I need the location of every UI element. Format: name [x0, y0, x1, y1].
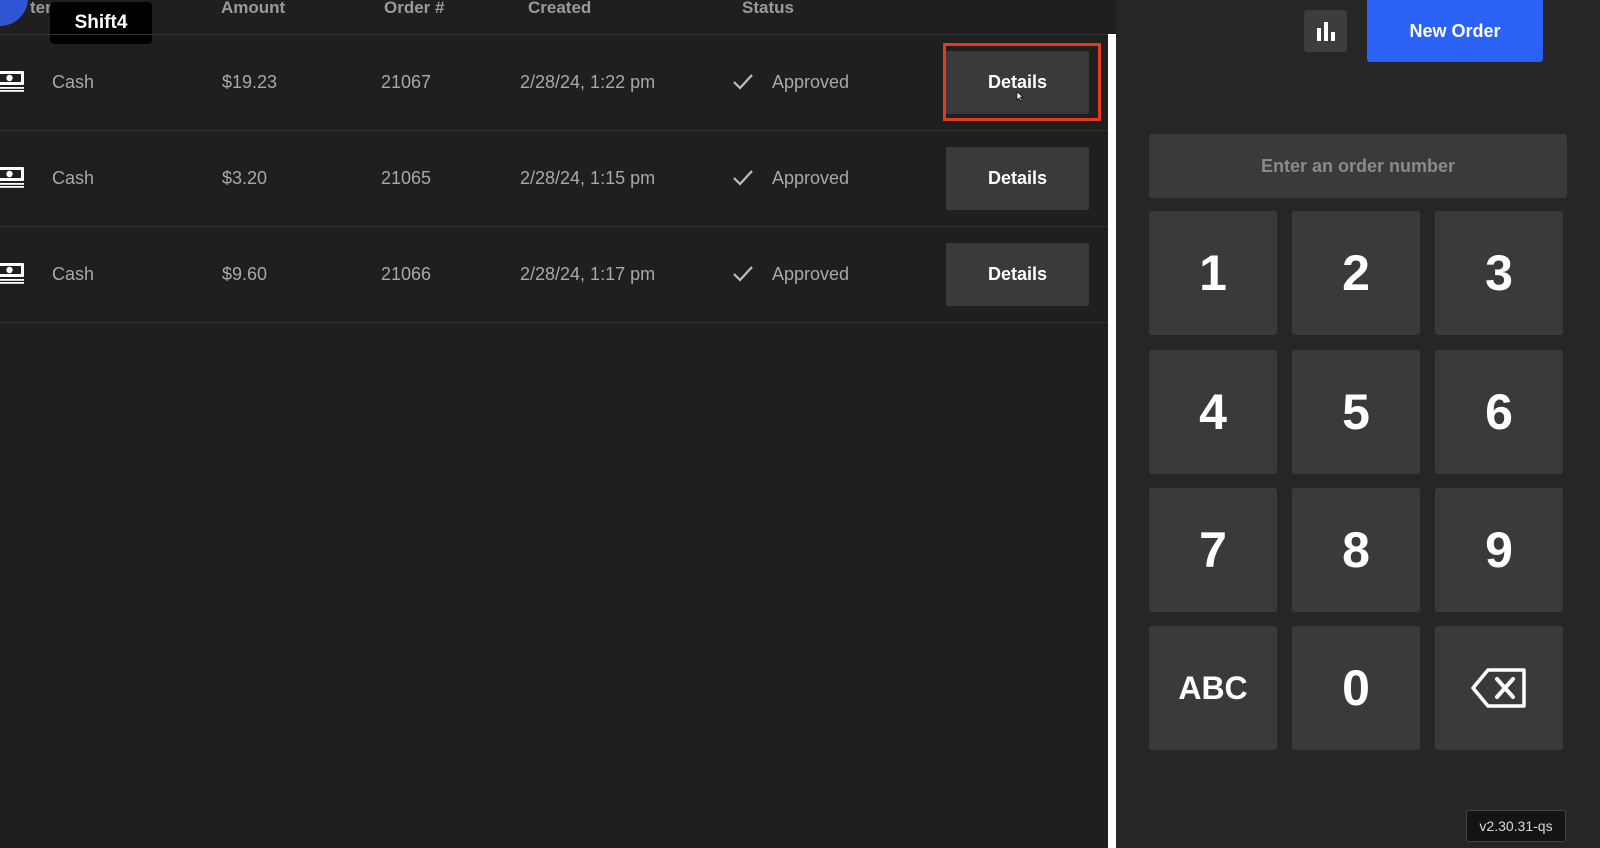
orders-panel: ter Shift4 Amount Order # Created Status…: [0, 0, 1108, 848]
cash-icon: [0, 71, 24, 92]
check-icon: [733, 266, 753, 282]
tender-cell: Cash: [52, 72, 95, 92]
created-cell: 2/28/24, 1:15 pm: [520, 168, 656, 188]
status-cell: Approved: [772, 264, 850, 284]
keypad-backspace-key[interactable]: [1435, 626, 1563, 750]
stats-button[interactable]: [1304, 10, 1347, 52]
column-header-created[interactable]: Created: [528, 0, 591, 18]
backspace-icon: [1471, 668, 1526, 708]
amount-cell: $9.60: [222, 264, 268, 284]
bar-chart-icon: [1316, 22, 1335, 41]
details-button[interactable]: Details: [946, 51, 1089, 114]
pointer-cursor-icon: [1016, 92, 1024, 102]
avatar[interactable]: [0, 0, 28, 26]
status-cell: Approved: [772, 168, 850, 188]
keypad-key-6[interactable]: 6: [1435, 350, 1563, 474]
new-order-button[interactable]: New Order: [1367, 0, 1543, 62]
keypad-panel: New Order 1 2 3 4 5 6 7 8 9 ABC 0 v2.30.…: [1116, 0, 1600, 848]
table-row[interactable]: Cash $3.20 21065 2/28/24, 1:15 pm Approv…: [0, 131, 1108, 227]
amount-cell: $3.20: [222, 168, 268, 188]
tender-cell: Cash: [52, 168, 95, 188]
column-header-status[interactable]: Status: [742, 0, 794, 18]
scrollbar[interactable]: [1108, 34, 1116, 848]
tender-cell: Cash: [52, 264, 95, 284]
order-number-cell: 21066: [381, 264, 432, 284]
details-button[interactable]: Details: [946, 243, 1089, 306]
cash-icon: [0, 263, 24, 284]
keypad-key-0[interactable]: 0: [1292, 626, 1420, 750]
order-number-input[interactable]: [1149, 134, 1567, 198]
order-number-cell: 21065: [381, 168, 432, 188]
check-icon: [733, 170, 753, 186]
column-header-amount[interactable]: Amount: [221, 0, 285, 18]
column-header-order[interactable]: Order #: [384, 0, 444, 18]
keypad-key-4[interactable]: 4: [1149, 350, 1277, 474]
keypad-key-9[interactable]: 9: [1435, 488, 1563, 612]
keypad-key-7[interactable]: 7: [1149, 488, 1277, 612]
created-cell: 2/28/24, 1:22 pm: [520, 72, 656, 92]
column-header-tender[interactable]: ter: [30, 0, 52, 18]
created-cell: 2/28/24, 1:17 pm: [520, 264, 656, 284]
keypad-key-5[interactable]: 5: [1292, 350, 1420, 474]
check-icon: [733, 74, 753, 90]
table-row[interactable]: Cash $9.60 21066 2/28/24, 1:17 pm Approv…: [0, 227, 1108, 323]
keypad-key-8[interactable]: 8: [1292, 488, 1420, 612]
version-label: v2.30.31-qs: [1466, 810, 1566, 842]
cash-icon: [0, 167, 24, 188]
keypad-key-2[interactable]: 2: [1292, 211, 1420, 335]
table-row[interactable]: Cash $19.23 21067 2/28/24, 1:22 pm Appro…: [0, 35, 1108, 131]
keypad-key-1[interactable]: 1: [1149, 211, 1277, 335]
status-cell: Approved: [772, 72, 850, 92]
keypad-key-3[interactable]: 3: [1435, 211, 1563, 335]
keypad-key-abc[interactable]: ABC: [1149, 626, 1277, 750]
details-button[interactable]: Details: [946, 147, 1089, 210]
amount-cell: $19.23: [222, 72, 278, 92]
order-number-cell: 21067: [381, 72, 432, 92]
